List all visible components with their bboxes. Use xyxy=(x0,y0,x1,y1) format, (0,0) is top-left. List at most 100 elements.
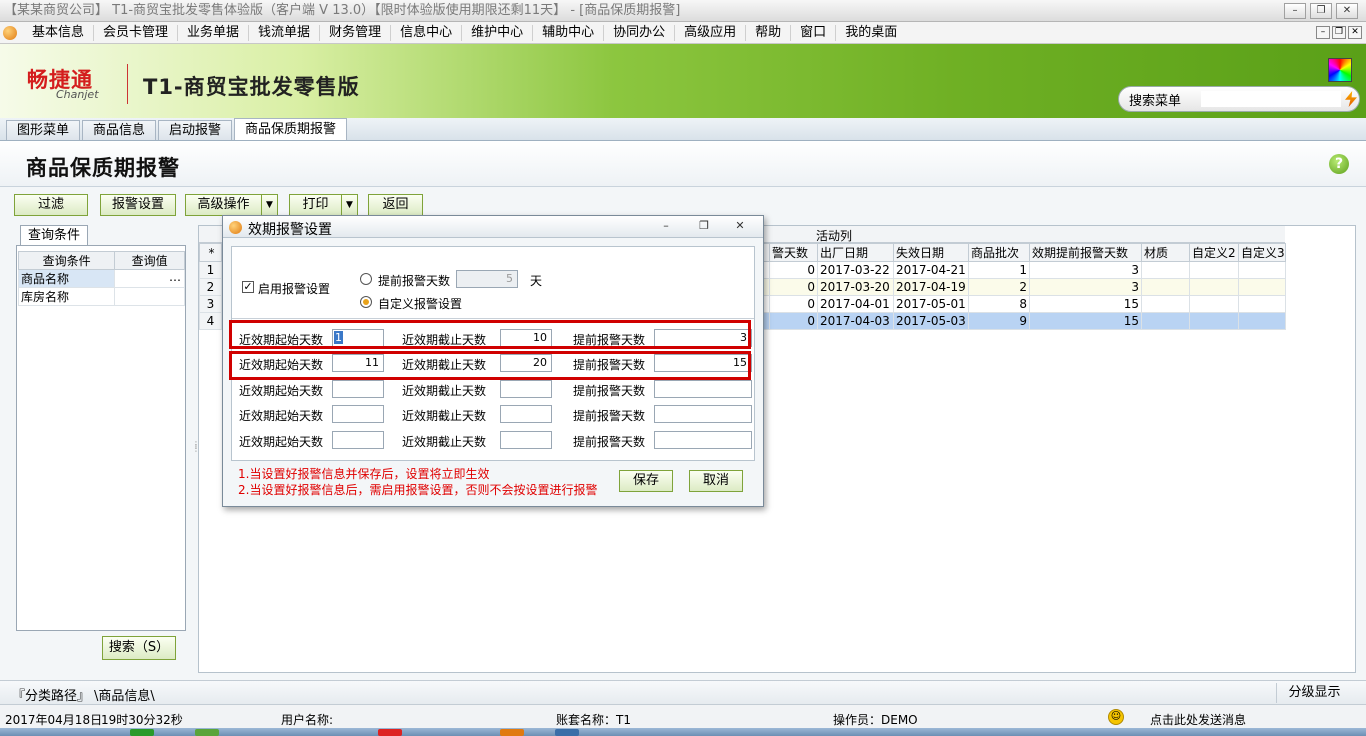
menu-finance[interactable]: 财务管理 xyxy=(320,24,392,41)
print-button[interactable]: 打印 ▼ xyxy=(289,194,358,216)
cell-advance-days: 15 xyxy=(1029,312,1142,330)
close-button[interactable]: ✕ xyxy=(1336,3,1358,19)
current-time: 19时30分32秒 xyxy=(101,713,183,727)
cell-advance-days: 3 xyxy=(1029,278,1142,296)
chevron-down-icon[interactable]: ▼ xyxy=(261,195,277,215)
col-batch[interactable]: 商品批次 xyxy=(968,243,1030,262)
skin-color-icon[interactable] xyxy=(1328,58,1352,82)
menu-advanced[interactable]: 高级应用 xyxy=(675,24,747,41)
tab-shelf-life-alarm[interactable]: 商品保质期报警 xyxy=(234,118,348,140)
mdi-close-button[interactable]: ✕ xyxy=(1348,26,1362,39)
product-name: T1-商贸宝批发零售版 xyxy=(143,75,360,99)
end-days-input[interactable] xyxy=(500,405,552,423)
query-conditions-box: 查询条件 查询值 商品名称 … 库房名称 xyxy=(16,245,186,631)
cell-mfg-date: 2017-03-22 xyxy=(817,261,894,279)
table-row[interactable]: 库房名称 xyxy=(17,287,185,306)
send-message-link[interactable]: 点击此处发送消息 xyxy=(1150,711,1246,728)
menu-collab[interactable]: 协同办公 xyxy=(604,24,676,41)
query-value-cell[interactable] xyxy=(114,287,185,306)
mdi-restore-button[interactable]: ❐ xyxy=(1332,26,1346,39)
menu-help[interactable]: 帮助 xyxy=(746,24,792,41)
menu-window[interactable]: 窗口 xyxy=(791,24,837,41)
end-days-label: 近效期截止天数 xyxy=(402,409,487,423)
cancel-button[interactable]: 取消 xyxy=(689,470,743,492)
cell-advance-days: 15 xyxy=(1029,295,1142,313)
cell-exp-date: 2017-04-21 xyxy=(893,261,969,279)
cell-alarm-days: 0 xyxy=(769,312,818,330)
end-days-input[interactable] xyxy=(500,431,552,449)
menu-member-card[interactable]: 会员卡管理 xyxy=(94,24,179,41)
dialog-minimize-button[interactable]: – xyxy=(657,219,675,233)
advance-days-input[interactable] xyxy=(654,380,752,398)
col-mfg-date[interactable]: 出厂日期 xyxy=(817,243,894,262)
tab-startup-alarm[interactable]: 启动报警 xyxy=(158,120,233,140)
custom-alarm-radio[interactable] xyxy=(360,296,372,308)
col-custom3[interactable]: 自定义3 xyxy=(1238,243,1286,262)
note-line-2: 2.当设置好报警信息后，需启用报警设置，否则不会按设置进行报警 xyxy=(238,483,598,497)
chevron-down-icon[interactable]: ▼ xyxy=(341,195,357,215)
advance-days-input[interactable]: 5 xyxy=(456,270,518,288)
help-icon[interactable]: ? xyxy=(1329,154,1349,174)
minimize-button[interactable]: – xyxy=(1284,3,1306,19)
tab-query-conditions[interactable]: 查询条件 xyxy=(20,225,88,245)
taskbar-app-icon[interactable] xyxy=(130,729,154,736)
highlight-annotation-box xyxy=(229,320,751,349)
col-exp-date[interactable]: 失效日期 xyxy=(893,243,969,262)
start-days-input[interactable] xyxy=(332,431,384,449)
col-alarm-days[interactable]: 警天数 xyxy=(769,243,818,262)
search-button[interactable]: 搜索（S） xyxy=(102,636,176,660)
taskbar-app-icon[interactable] xyxy=(555,729,579,736)
mdi-minimize-button[interactable]: – xyxy=(1316,26,1330,39)
cell-custom2 xyxy=(1189,312,1239,330)
menu-aux-center[interactable]: 辅助中心 xyxy=(533,24,605,41)
menu-search-input[interactable] xyxy=(1201,91,1341,107)
category-display-button[interactable]: 分级显示 xyxy=(1276,683,1352,703)
cell-advance-days: 3 xyxy=(1029,261,1142,279)
col-material[interactable]: 材质 xyxy=(1141,243,1190,262)
menu-cash-docs[interactable]: 钱流单据 xyxy=(249,24,321,41)
advanced-ops-button[interactable]: 高级操作 ▼ xyxy=(185,194,278,216)
end-days-input[interactable] xyxy=(500,380,552,398)
taskbar-app-icon[interactable] xyxy=(195,729,219,736)
col-custom2[interactable]: 自定义2 xyxy=(1189,243,1239,262)
ellipsis-icon[interactable]: … xyxy=(169,270,181,284)
advance-days-input[interactable] xyxy=(654,405,752,423)
dialog-titlebar[interactable]: 效期报警设置 – ❐ ✕ xyxy=(223,216,763,238)
start-days-input[interactable] xyxy=(332,405,384,423)
col-advance-days[interactable]: 效期提前报警天数 xyxy=(1029,243,1142,262)
taskbar-app-icon[interactable] xyxy=(500,729,524,736)
menu-my-desktop[interactable]: 我的桌面 xyxy=(836,25,906,41)
end-days-label: 近效期截止天数 xyxy=(402,384,487,398)
advance-days-label: 提前报警天数 xyxy=(573,409,646,423)
query-header-condition: 查询条件 xyxy=(17,251,116,270)
menu-basic-info[interactable]: 基本信息 xyxy=(23,24,95,41)
menu-maintenance[interactable]: 维护中心 xyxy=(462,24,534,41)
alarm-settings-button[interactable]: 报警设置 xyxy=(100,194,176,216)
dialog-close-button[interactable]: ✕ xyxy=(731,219,749,233)
filter-button[interactable]: 过滤 xyxy=(14,194,88,216)
taskbar-app-icon[interactable] xyxy=(378,729,402,736)
advance-days-radio[interactable] xyxy=(360,273,372,285)
restore-button[interactable]: ❐ xyxy=(1310,3,1332,19)
tab-product-info[interactable]: 商品信息 xyxy=(82,120,157,140)
start-days-input[interactable] xyxy=(332,380,384,398)
advance-days-input[interactable] xyxy=(654,431,752,449)
back-button[interactable]: 返回 xyxy=(368,194,423,216)
window-titlebar: 【某某商贸公司】 T1-商贸宝批发零售体验版（客户端 V 13.0）【限时体验版… xyxy=(0,0,1366,22)
menu-business-docs[interactable]: 业务单据 xyxy=(178,24,250,41)
menu-info-center[interactable]: 信息中心 xyxy=(391,24,463,41)
enable-alarm-checkbox[interactable]: ✓ xyxy=(242,281,254,293)
table-row[interactable]: 商品名称 … xyxy=(17,269,185,288)
smiley-icon[interactable]: ☺ xyxy=(1108,709,1124,725)
os-taskbar xyxy=(0,728,1366,736)
tab-graphic-menu[interactable]: 图形菜单 xyxy=(6,120,81,140)
splitter-handle[interactable]: ⋮ ⋮ xyxy=(192,441,200,453)
print-label: 打印 xyxy=(302,197,329,212)
save-button[interactable]: 保存 xyxy=(619,470,673,492)
cell-custom3 xyxy=(1238,261,1286,279)
lightning-search-icon[interactable] xyxy=(1345,91,1357,107)
cell-material xyxy=(1141,278,1190,296)
app-icon[interactable] xyxy=(3,25,17,40)
query-value-cell[interactable]: … xyxy=(114,269,185,288)
dialog-restore-button[interactable]: ❐ xyxy=(695,219,713,233)
